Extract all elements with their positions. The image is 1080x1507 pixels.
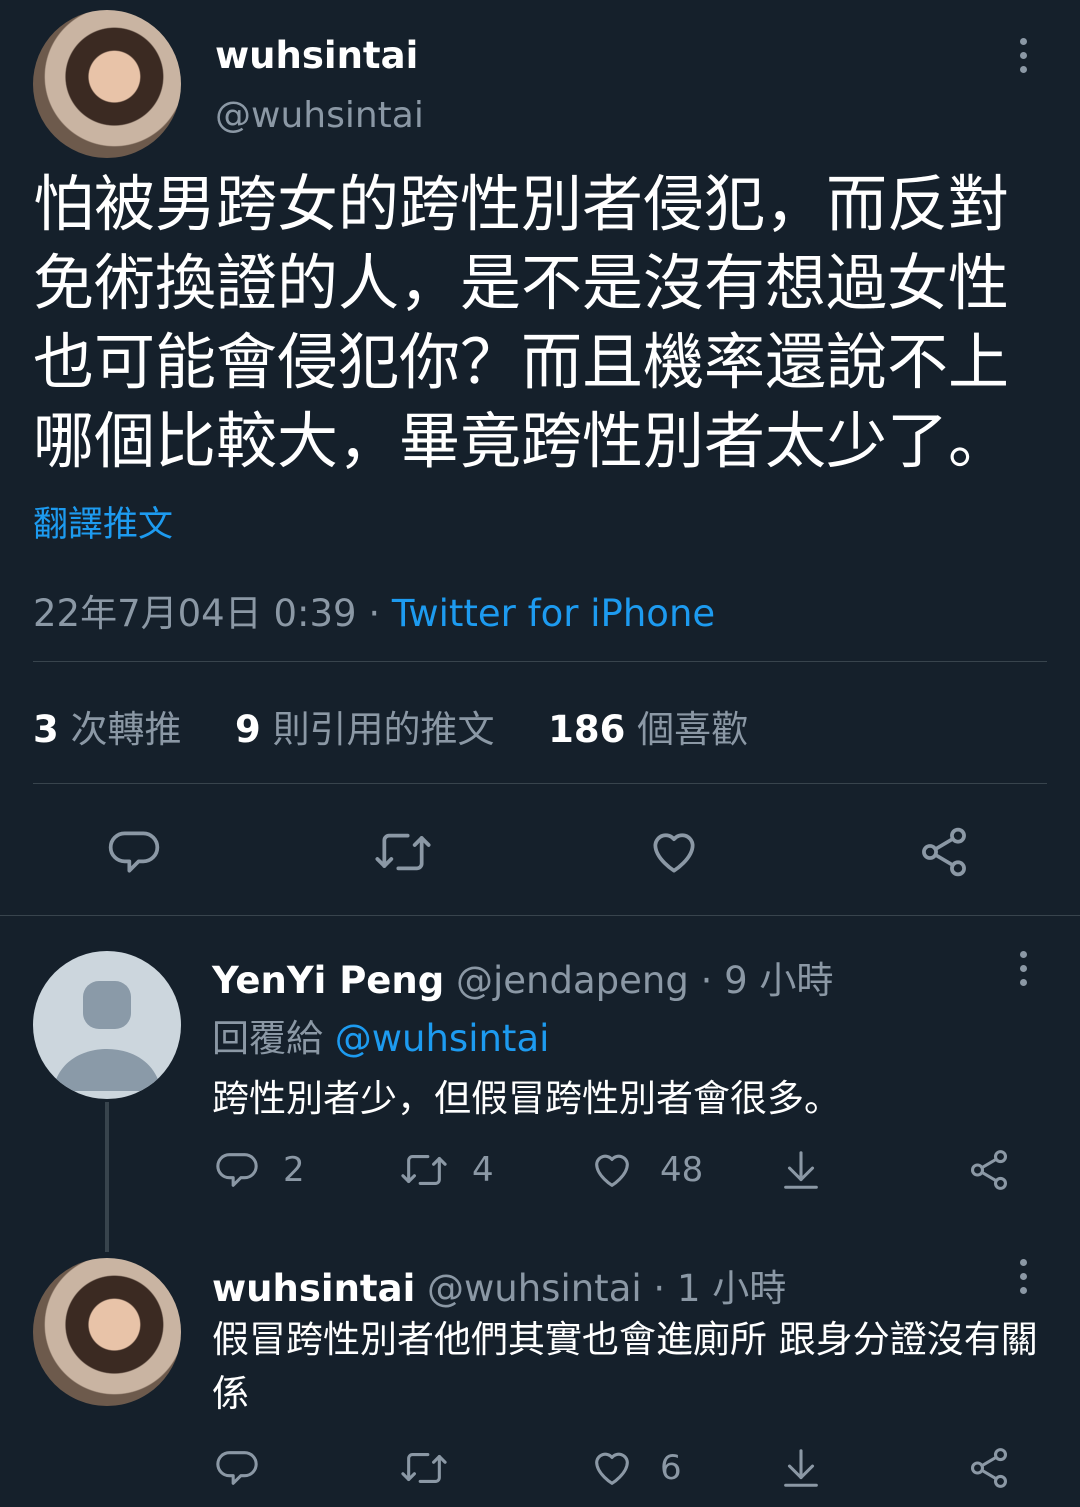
- divider: [33, 783, 1047, 784]
- reply-header: YenYi Peng @jendapeng · 9 小時: [212, 950, 833, 1004]
- reply-time[interactable]: · 9 小時: [701, 959, 834, 1002]
- like-icon[interactable]: [646, 824, 702, 880]
- reply-avatar[interactable]: [33, 951, 181, 1099]
- retweet-count: 4: [472, 1150, 494, 1190]
- default-avatar-icon: [53, 981, 161, 1091]
- translate-link[interactable]: 翻譯推文: [33, 496, 173, 547]
- author-handle[interactable]: @wuhsintai: [215, 95, 424, 136]
- meta-separator: ·: [356, 592, 392, 635]
- retweet-icon[interactable]: [398, 1445, 450, 1491]
- like-count: 48: [660, 1150, 704, 1190]
- more-icon[interactable]: [1020, 38, 1030, 80]
- tweet-text: 怕被男跨女的跨性別者侵犯，而反對免術換證的人，是不是沒有想過女性也可能會侵犯你？…: [33, 169, 1010, 477]
- likes-stat[interactable]: 186 個喜歡: [548, 708, 748, 751]
- like-icon[interactable]: [589, 1147, 635, 1193]
- share-icon[interactable]: [916, 824, 972, 880]
- reply-to-line: 回覆給 @wuhsintai: [212, 1008, 549, 1062]
- reply-icon[interactable]: [106, 824, 162, 880]
- reply-count: 2: [283, 1150, 305, 1190]
- download-icon[interactable]: [778, 1147, 824, 1193]
- reply-text: 跨性別者少，但假冒跨性別者會很多。: [212, 1077, 841, 1120]
- tweet-stats: 3 次轉推 9 則引用的推文 186 個喜歡: [33, 699, 748, 753]
- reply-text: 假冒跨性別者他們其實也會進廁所 跟身分證沒有關係: [212, 1318, 1038, 1415]
- reply-icon[interactable]: [214, 1445, 260, 1491]
- reply-time[interactable]: · 1 小時: [653, 1267, 786, 1310]
- tweet-timestamp[interactable]: 22年7月04日 0:39: [33, 592, 357, 635]
- retweet-icon[interactable]: [398, 1147, 450, 1193]
- author-avatar[interactable]: [33, 10, 181, 158]
- like-icon[interactable]: [589, 1445, 635, 1491]
- more-icon[interactable]: [1020, 1259, 1030, 1301]
- reply-handle[interactable]: @jendapeng: [456, 959, 689, 1002]
- like-count: 6: [660, 1448, 682, 1488]
- reply-to-label: 回覆給: [212, 1017, 323, 1060]
- download-icon[interactable]: [778, 1445, 824, 1491]
- share-icon[interactable]: [966, 1147, 1012, 1193]
- reply-display-name[interactable]: YenYi Peng: [212, 959, 444, 1002]
- retweet-icon[interactable]: [372, 824, 434, 880]
- reply-header: wuhsintai @wuhsintai · 1 小時: [212, 1258, 786, 1312]
- more-icon[interactable]: [1020, 951, 1030, 993]
- section-divider: [0, 915, 1080, 916]
- quotes-stat[interactable]: 9 則引用的推文: [235, 708, 495, 751]
- reply-display-name[interactable]: wuhsintai: [212, 1267, 415, 1310]
- reply-icon[interactable]: [214, 1147, 260, 1193]
- tweet-client[interactable]: Twitter for iPhone: [392, 592, 715, 635]
- reply-handle[interactable]: @wuhsintai: [427, 1267, 642, 1310]
- thread-line: [105, 1102, 109, 1252]
- share-icon[interactable]: [966, 1445, 1012, 1491]
- author-display-name[interactable]: wuhsintai: [215, 34, 418, 77]
- divider: [33, 661, 1047, 662]
- reply-avatar[interactable]: [33, 1258, 181, 1406]
- retweets-stat[interactable]: 3 次轉推: [33, 708, 182, 751]
- tweet-meta: 22年7月04日 0:39 · Twitter for iPhone: [33, 583, 715, 637]
- reply-to-handle[interactable]: @wuhsintai: [335, 1017, 550, 1060]
